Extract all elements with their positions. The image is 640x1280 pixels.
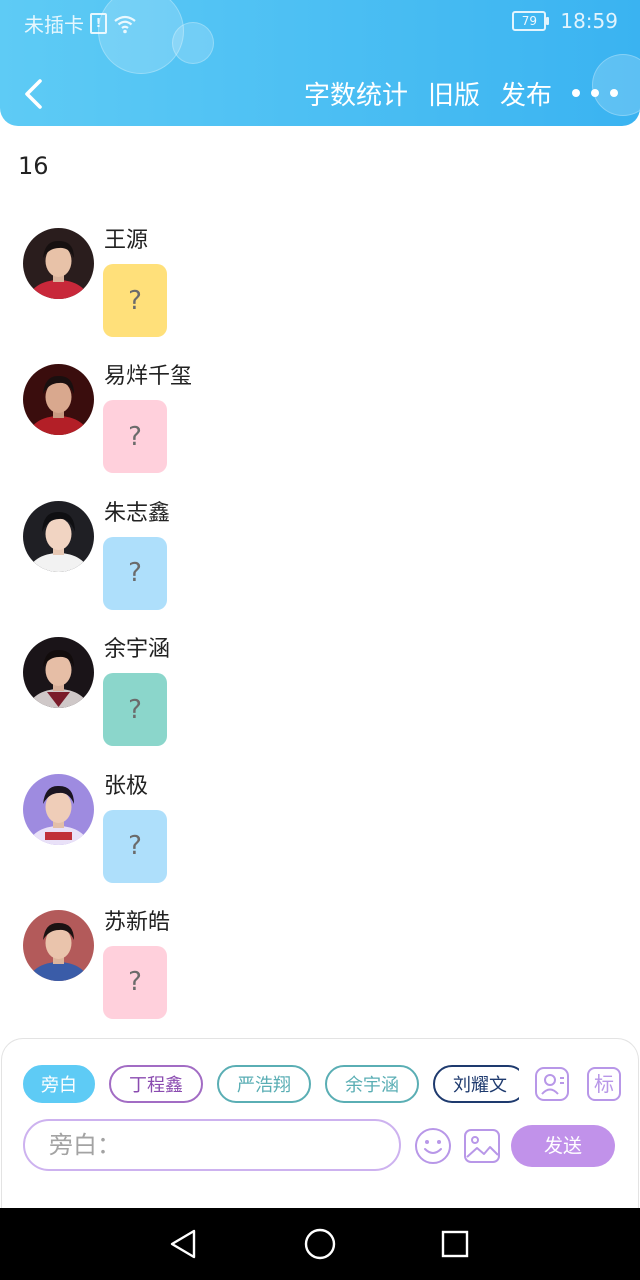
avatar[interactable]	[23, 364, 94, 436]
word-count-value: 16	[18, 152, 49, 180]
message-bubble[interactable]: ?	[103, 809, 167, 883]
contact-card-icon	[535, 1067, 569, 1101]
triangle-back-icon	[170, 1229, 196, 1259]
input-panel: 旁白 丁程鑫 严浩翔 余宇涵 刘耀文 标 旁白： 发送	[1, 1038, 639, 1209]
message-bubble[interactable]: ?	[103, 264, 167, 337]
tag-button[interactable]: 标	[587, 1067, 621, 1101]
message-sender: 易烊千玺	[104, 364, 193, 390]
nav-actions: 字数统计 旧版 发布	[284, 60, 640, 126]
app-header: 未插卡 ! 79 18:59 字数统计 旧版 发布	[0, 0, 640, 126]
message-sender: 张极	[104, 773, 149, 799]
word-count-button[interactable]: 字数统计	[304, 75, 408, 112]
avatar[interactable]	[23, 637, 94, 709]
message-bubble[interactable]: ?	[103, 536, 167, 610]
avatar[interactable]	[23, 228, 94, 299]
message-item: 王源 ?	[0, 228, 640, 364]
wifi-icon	[114, 15, 136, 33]
more-dots-icon	[610, 89, 618, 97]
carrier-status: 未插卡 !	[24, 9, 137, 38]
chevron-left-icon	[25, 79, 42, 109]
message-sender: 苏新皓	[104, 909, 171, 935]
message-input[interactable]	[23, 1119, 401, 1171]
message-bubble[interactable]: ?	[103, 945, 167, 1019]
more-dots-icon	[591, 89, 599, 97]
role-selector[interactable]: 旁白 丁程鑫 严浩翔 余宇涵 刘耀文	[23, 1065, 519, 1107]
message-sender: 余宇涵	[104, 637, 171, 663]
avatar[interactable]	[23, 773, 94, 845]
role-chip[interactable]: 严浩翔	[217, 1065, 311, 1103]
system-back-button[interactable]	[166, 1226, 202, 1262]
more-button[interactable]	[572, 78, 618, 108]
role-chip[interactable]: 余宇涵	[325, 1065, 419, 1103]
avatar[interactable]	[23, 500, 94, 572]
message-bubble[interactable]: ?	[103, 400, 167, 474]
message-item: 张极 ?	[0, 773, 640, 910]
smile-icon	[415, 1128, 451, 1164]
message-sender: 王源	[104, 228, 149, 253]
message-sender: 朱志鑫	[104, 500, 171, 526]
message-item: 苏新皓 ?	[0, 909, 640, 1046]
role-chip[interactable]: 刘耀文	[433, 1065, 519, 1103]
message-item: 朱志鑫 ?	[0, 500, 640, 637]
system-home-button[interactable]	[302, 1226, 338, 1262]
page: 未插卡 ! 79 18:59 字数统计 旧版 发布 16 王源 ? 易烊千玺 ?…	[0, 0, 640, 1280]
system-recents-button[interactable]	[437, 1226, 473, 1262]
battery-icon: 79	[512, 11, 550, 31]
send-button[interactable]: 发送	[511, 1125, 615, 1167]
nav-bar: 字数统计 旧版 发布	[0, 60, 640, 126]
system-nav-bar	[0, 1208, 640, 1280]
clock: 18:59	[560, 9, 618, 33]
avatar[interactable]	[23, 909, 94, 981]
message-bubble[interactable]: ?	[103, 673, 167, 747]
sim-alert-icon: !	[90, 13, 107, 34]
square-recents-icon	[441, 1230, 469, 1258]
publish-button[interactable]: 发布	[500, 75, 552, 112]
contact-button[interactable]	[535, 1067, 569, 1101]
role-chip-narrator[interactable]: 旁白	[23, 1065, 95, 1103]
message-list: 王源 ? 易烊千玺 ? 朱志鑫 ? 余宇涵 ? 张极 ? 苏新皓 ?	[0, 228, 640, 1046]
message-item: 易烊千玺 ?	[0, 364, 640, 500]
status-right: 79 18:59	[512, 9, 618, 33]
image-icon	[464, 1129, 500, 1163]
image-button[interactable]	[463, 1127, 501, 1165]
emoji-button[interactable]	[414, 1127, 452, 1165]
circle-home-icon	[304, 1228, 336, 1260]
back-button[interactable]	[16, 74, 56, 114]
role-chip[interactable]: 丁程鑫	[109, 1065, 203, 1103]
more-dots-icon	[572, 89, 580, 97]
carrier-label: 未插卡	[24, 13, 84, 37]
status-bar: 未插卡 ! 79 18:59	[0, 0, 640, 44]
message-item: 余宇涵 ?	[0, 637, 640, 773]
old-version-button[interactable]: 旧版	[428, 75, 480, 112]
